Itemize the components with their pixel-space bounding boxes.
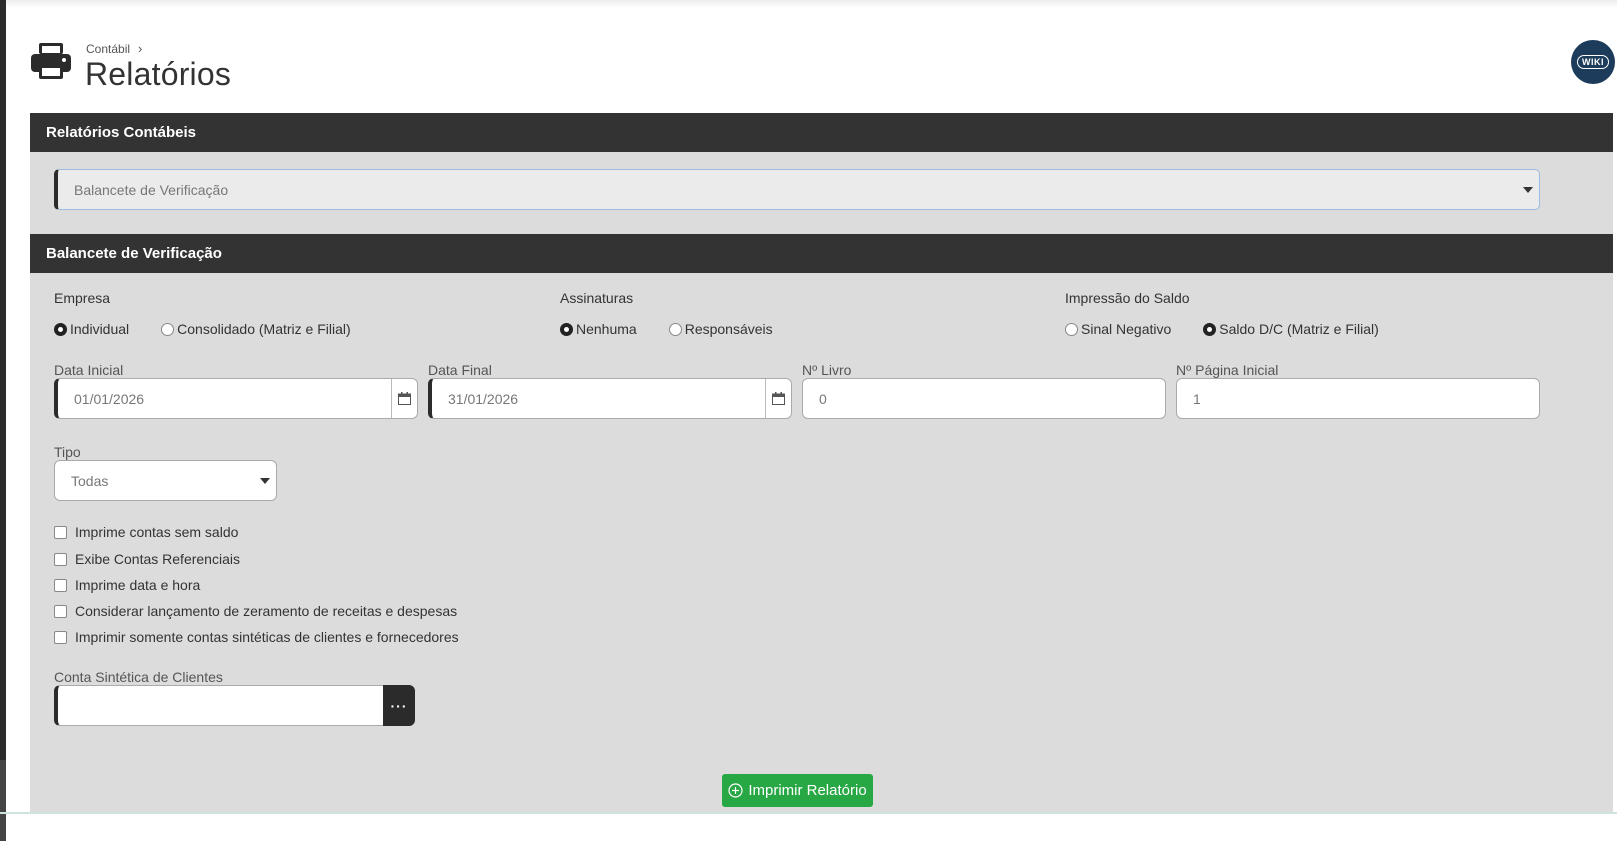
section-title: Relatórios Contábeis <box>46 124 197 141</box>
print-report-button[interactable]: Imprimir Relatório <box>722 774 873 807</box>
radio-label: Responsáveis <box>684 321 773 337</box>
chevron-right-icon: › <box>138 41 143 56</box>
data-final-label: Data Final <box>428 362 492 378</box>
empresa-radio-group: Individual Consolidado (Matriz e Filial) <box>54 321 383 337</box>
data-inicial-value: 01/01/2026 <box>74 390 145 407</box>
data-inicial-label: Data Inicial <box>54 362 124 378</box>
radio-dot-checked[interactable] <box>1203 322 1217 336</box>
page-title: Relatórios <box>85 56 232 92</box>
data-inicial-input[interactable]: 01/01/2026 <box>54 378 418 419</box>
section-header-relatorios-contabeis: Relatórios Contábeis <box>30 113 1613 152</box>
radio-dot-checked[interactable] <box>54 322 67 336</box>
n-livro-label: Nº Livro <box>802 362 852 378</box>
conta-sintetica-label: Conta Sintética de Clientes <box>54 669 223 685</box>
left-window-edge <box>0 0 6 760</box>
radio-dot[interactable] <box>668 322 682 336</box>
checkbox[interactable] <box>54 604 67 618</box>
tipo-select-value: Todas <box>71 472 109 489</box>
n-pagina-inicial-input[interactable]: 1 <box>1176 378 1540 419</box>
radio-individual[interactable]: Individual <box>54 321 129 337</box>
radio-sinal-negativo[interactable]: Sinal Negativo <box>1065 321 1171 337</box>
empresa-label: Empresa <box>54 290 111 306</box>
checkbox-label: Imprimir somente contas sintéticas de cl… <box>75 629 459 645</box>
printer-icon <box>31 43 71 79</box>
assinaturas-label: Assinaturas <box>560 290 634 306</box>
wiki-badge-label: WIKI <box>1577 55 1609 69</box>
breadcrumb-contabil[interactable]: Contábil <box>86 42 130 56</box>
print-report-label: Imprimir Relatório <box>748 782 867 799</box>
impressao-saldo-radio-group: Sinal Negativo Saldo D/C (Matriz e Filia… <box>1065 321 1411 337</box>
checkbox[interactable] <box>54 552 67 566</box>
checkbox[interactable] <box>54 630 67 644</box>
calendar-icon[interactable] <box>765 379 791 418</box>
radio-label: Individual <box>70 321 130 337</box>
checkbox-label: Imprime data e hora <box>75 577 201 593</box>
report-type-select[interactable]: Balancete de Verificação <box>54 169 1540 210</box>
caret-down-icon <box>1523 187 1533 193</box>
plus-circle-icon <box>728 783 743 798</box>
checkbox-imprime-contas-sem-saldo[interactable]: Imprime contas sem saldo <box>54 524 238 540</box>
radio-dot-checked[interactable] <box>560 322 573 336</box>
left-window-edge-lower <box>0 760 6 841</box>
n-pagina-inicial-label: Nº Página Inicial <box>1176 362 1279 378</box>
data-final-value: 31/01/2026 <box>448 390 519 407</box>
checkbox-label: Exibe Contas Referenciais <box>75 551 240 567</box>
radio-consolidado[interactable]: Consolidado (Matriz e Filial) <box>161 321 351 337</box>
bottom-divider <box>0 812 1617 814</box>
tipo-select[interactable]: Todas <box>54 460 277 501</box>
wiki-button[interactable]: WIKI <box>1571 40 1615 84</box>
checkbox-zeramento[interactable]: Considerar lançamento de zeramento de re… <box>54 603 457 619</box>
checkbox-imprime-data-hora[interactable]: Imprime data e hora <box>54 577 200 593</box>
checkbox-exibe-contas-referenciais[interactable]: Exibe Contas Referenciais <box>54 551 240 567</box>
lookup-button[interactable]: ··· <box>383 685 415 726</box>
page-header: Contábil › Relatórios WIKI <box>30 36 1617 106</box>
n-livro-value: 0 <box>819 390 827 407</box>
radio-saldo-dc[interactable]: Saldo D/C (Matriz e Filial) <box>1203 321 1379 337</box>
radio-label: Saldo D/C (Matriz e Filial) <box>1219 321 1379 337</box>
radio-dot[interactable] <box>161 322 175 336</box>
tipo-label: Tipo <box>54 444 81 460</box>
n-livro-input[interactable]: 0 <box>802 378 1166 419</box>
checkbox-label: Considerar lançamento de zeramento de re… <box>75 603 458 619</box>
calendar-icon[interactable] <box>391 379 417 418</box>
radio-nenhuma[interactable]: Nenhuma <box>560 321 637 337</box>
checkbox-contas-sinteticas[interactable]: Imprimir somente contas sintéticas de cl… <box>54 629 459 645</box>
section-title: Balancete de Verificação <box>46 245 222 262</box>
impressao-saldo-label: Impressão do Saldo <box>1065 290 1190 306</box>
checkbox[interactable] <box>54 525 67 539</box>
section-header-balancete: Balancete de Verificação <box>30 234 1613 273</box>
radio-label: Sinal Negativo <box>1081 321 1172 337</box>
top-shadow <box>6 0 1617 8</box>
ellipsis-icon: ··· <box>390 697 408 714</box>
n-pagina-inicial-value: 1 <box>1193 390 1201 407</box>
radio-dot[interactable] <box>1065 322 1078 336</box>
radio-label: Consolidado (Matriz e Filial) <box>177 321 351 337</box>
conta-sintetica-input[interactable] <box>54 685 386 726</box>
data-final-input[interactable]: 31/01/2026 <box>428 378 792 419</box>
report-type-select-value: Balancete de Verificação <box>74 181 229 198</box>
radio-responsaveis[interactable]: Responsáveis <box>668 321 773 337</box>
breadcrumb: Contábil › <box>86 41 142 56</box>
balancete-panel <box>30 273 1613 813</box>
checkbox-label: Imprime contas sem saldo <box>75 524 239 540</box>
assinaturas-radio-group: Nenhuma Responsáveis <box>560 321 805 337</box>
caret-down-icon <box>260 478 270 484</box>
checkbox[interactable] <box>54 578 67 592</box>
radio-label: Nenhuma <box>576 321 637 337</box>
